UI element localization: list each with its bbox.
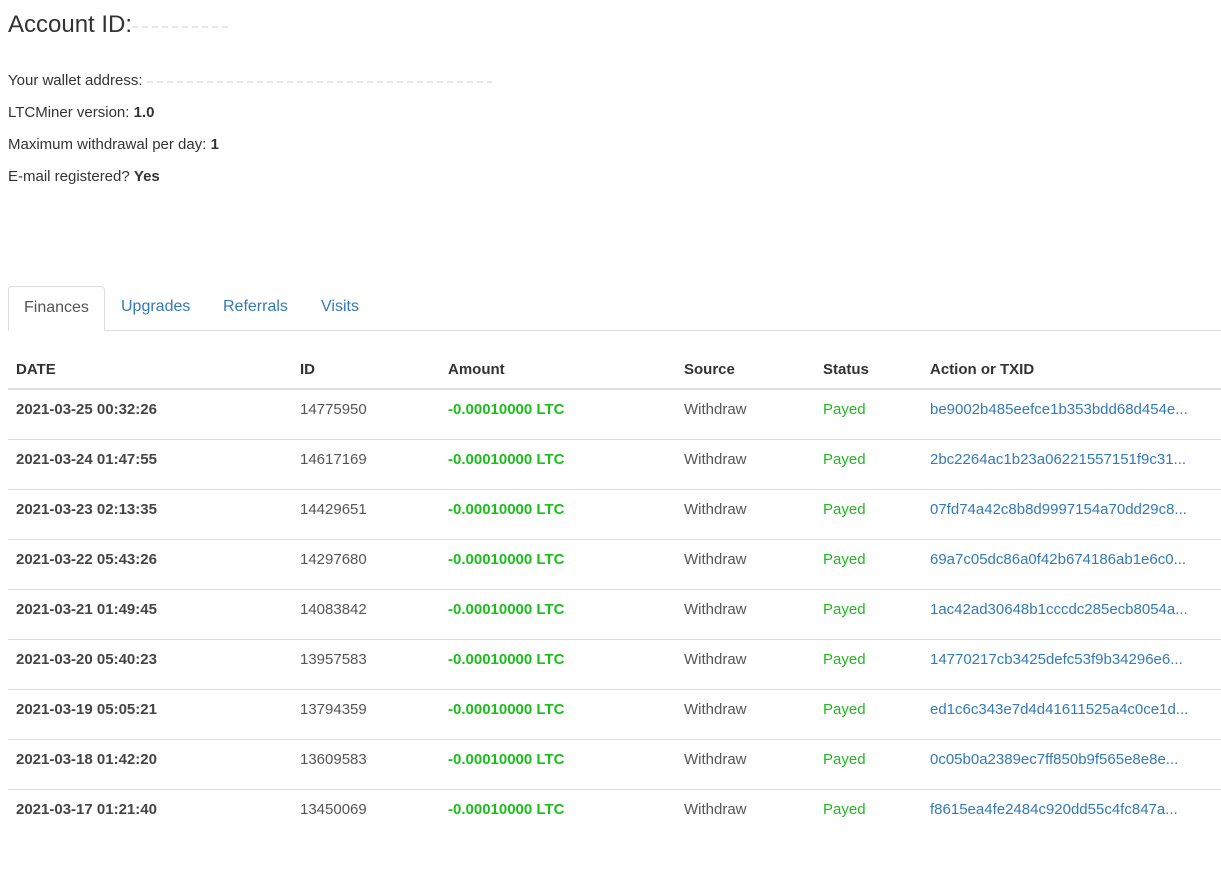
account-id-label: Account ID:: [8, 11, 133, 38]
row-source: Withdraw: [684, 701, 747, 718]
row-source: Withdraw: [684, 601, 747, 618]
row-amount: -0.00010000 LTC: [448, 451, 565, 468]
row-id: 14297680: [300, 551, 367, 568]
row-amount: -0.00010000 LTC: [448, 701, 565, 718]
row-amount: -0.00010000 LTC: [448, 751, 565, 768]
row-id: 14083842: [300, 601, 367, 618]
wallet-address-line: Your wallet address:: [8, 71, 492, 91]
redacted-account-id: [132, 14, 233, 37]
row-date: 2021-03-19 05:05:21: [16, 701, 157, 718]
row-status: Payed: [823, 651, 866, 668]
row-id: 14429651: [300, 501, 367, 518]
row-txid-link[interactable]: 69a7c05dc86a0f42b674186ab1e6c0...: [930, 540, 1214, 579]
row-amount: -0.00010000 LTC: [448, 601, 565, 618]
max-withdrawal-label: Maximum withdrawal per day:: [8, 136, 211, 153]
row-txid-link[interactable]: f8615ea4fe2484c920dd55c4fc847a...: [930, 790, 1214, 829]
row-status: Payed: [823, 751, 866, 768]
row-id: 13450069: [300, 801, 367, 818]
tab-finances[interactable]: Finances: [8, 286, 105, 331]
row-date: 2021-03-22 05:43:26: [16, 551, 157, 568]
account-page: Account ID: Your wallet address: LTCMine…: [0, 0, 1221, 878]
version-label: LTCMiner version:: [8, 104, 134, 121]
table-row: 2021-03-24 01:47:55 14617169 -0.00010000 L…: [8, 440, 1221, 490]
row-status: Payed: [823, 451, 866, 468]
redacted-wallet-address: [146, 73, 492, 90]
row-txid-link[interactable]: 07fd74a42c8b8d9997154a70dd29c8...: [930, 490, 1214, 529]
row-amount: -0.00010000 LTC: [448, 551, 565, 568]
row-source: Withdraw: [684, 551, 747, 568]
row-date: 2021-03-24 01:47:55: [16, 451, 157, 468]
row-status: Payed: [823, 701, 866, 718]
wallet-address-label: Your wallet address:: [8, 72, 147, 89]
column-header-status: Status: [823, 361, 869, 378]
row-source: Withdraw: [684, 401, 747, 418]
row-txid-link[interactable]: ed1c6c343e7d4d41611525a4c0ce1d...: [930, 690, 1214, 729]
column-header-date: DATE: [16, 361, 56, 378]
row-source: Withdraw: [684, 751, 747, 768]
row-status: Payed: [823, 401, 866, 418]
row-date: 2021-03-18 01:42:20: [16, 751, 157, 768]
row-amount: -0.00010000 LTC: [448, 401, 565, 418]
row-amount: -0.00010000 LTC: [448, 801, 565, 818]
table-body: 2021-03-25 00:32:26 14775950 -0.00010000 L…: [8, 390, 1221, 840]
row-id: 14617169: [300, 451, 367, 468]
version-line: LTCMiner version: 1.0: [8, 103, 154, 123]
email-registered-line: E-mail registered? Yes: [8, 167, 160, 187]
row-txid-link[interactable]: 0c05b0a2389ec7ff850b9f565e8e8e...: [930, 740, 1214, 779]
table-row: 2021-03-18 01:42:20 13609583 -0.00010000 L…: [8, 740, 1221, 790]
row-txid-link[interactable]: 2bc2264ac1b23a06221557151f9c31...: [930, 440, 1214, 479]
row-txid-link[interactable]: be9002b485eefce1b353bdd68d454e...: [930, 390, 1214, 429]
version-value: 1.0: [133, 104, 155, 121]
column-header-source: Source: [684, 361, 735, 378]
row-date: 2021-03-23 02:13:35: [16, 501, 157, 518]
row-date: 2021-03-25 00:32:26: [16, 401, 157, 418]
table-row: 2021-03-21 01:49:45 14083842 -0.00010000 L…: [8, 590, 1221, 640]
table-row: 2021-03-23 02:13:35 14429651 -0.00010000 L…: [8, 490, 1221, 540]
column-header-txid: Action or TXID: [930, 361, 1035, 378]
tab-upgrades[interactable]: Upgrades: [106, 286, 205, 329]
email-registered-value: Yes: [133, 168, 160, 185]
row-status: Payed: [823, 551, 866, 568]
finances-table: DATE ID Amount Source Status Action or T…: [8, 350, 1221, 840]
email-registered-label: E-mail registered?: [8, 168, 134, 185]
table-row: 2021-03-25 00:32:26 14775950 -0.00010000 L…: [8, 390, 1221, 440]
table-row: 2021-03-17 01:21:40 13450069 -0.00010000 L…: [8, 790, 1221, 840]
row-amount: -0.00010000 LTC: [448, 501, 565, 518]
table-row: 2021-03-20 05:40:23 13957583 -0.00010000 L…: [8, 640, 1221, 690]
row-id: 13609583: [300, 751, 367, 768]
row-id: 14775950: [300, 401, 367, 418]
tab-visits[interactable]: Visits: [306, 286, 374, 329]
account-id-heading: Account ID:: [8, 10, 233, 40]
row-source: Withdraw: [684, 451, 747, 468]
row-id: 13794359: [300, 701, 367, 718]
row-txid-link[interactable]: 1ac42ad30648b1cccdc285ecb8054a...: [930, 590, 1214, 629]
tab-bar: Finances Upgrades Referrals Visits: [8, 286, 1221, 331]
row-status: Payed: [823, 601, 866, 618]
row-id: 13957583: [300, 651, 367, 668]
row-txid-link[interactable]: 14770217cb3425defc53f9b34296e6...: [930, 640, 1214, 679]
table-header-row: DATE ID Amount Source Status Action or T…: [8, 350, 1221, 390]
table-row: 2021-03-19 05:05:21 13794359 -0.00010000 L…: [8, 690, 1221, 740]
column-header-amount: Amount: [448, 361, 505, 378]
row-status: Payed: [823, 501, 866, 518]
column-header-id: ID: [300, 361, 315, 378]
row-amount: -0.00010000 LTC: [448, 651, 565, 668]
row-date: 2021-03-17 01:21:40: [16, 801, 157, 818]
row-source: Withdraw: [684, 651, 747, 668]
row-source: Withdraw: [684, 801, 747, 818]
table-row: 2021-03-22 05:43:26 14297680 -0.00010000 L…: [8, 540, 1221, 590]
row-date: 2021-03-21 01:49:45: [16, 601, 157, 618]
max-withdrawal-value: 1: [210, 136, 219, 153]
row-source: Withdraw: [684, 501, 747, 518]
tab-referrals[interactable]: Referrals: [208, 286, 303, 329]
row-date: 2021-03-20 05:40:23: [16, 651, 157, 668]
row-status: Payed: [823, 801, 866, 818]
max-withdrawal-line: Maximum withdrawal per day: 1: [8, 135, 219, 155]
